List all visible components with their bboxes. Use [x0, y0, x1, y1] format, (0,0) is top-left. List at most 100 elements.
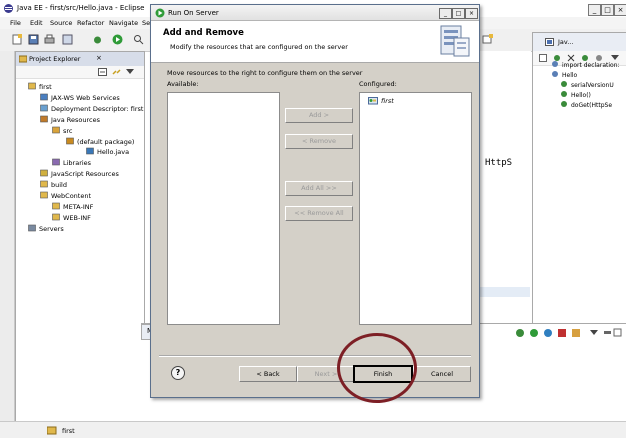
minimize-icon[interactable]: _ — [588, 4, 601, 16]
stop-server-icon[interactable] — [558, 329, 566, 337]
add-all-button[interactable]: Add All >> — [285, 181, 353, 196]
tree-item[interactable]: Java Resources — [40, 115, 100, 126]
menu-refactor[interactable]: Refactor — [77, 19, 104, 27]
eclipse-window-title: Java EE - first/src/Hello.java - Eclipse — [17, 4, 145, 12]
menu-source[interactable]: Source — [50, 19, 72, 27]
perspective-java-tab[interactable]: Jav... — [558, 38, 573, 46]
outline-item-label: doGet(HttpSe — [571, 102, 613, 109]
outline-item-label: serialVersionU — [571, 82, 614, 89]
tree-item[interactable]: META-INF — [52, 202, 93, 213]
perspective-icon[interactable] — [545, 38, 554, 46]
cancel-button[interactable]: Cancel — [413, 366, 471, 382]
tree-item[interactable]: first — [28, 82, 52, 93]
editor-current-line — [478, 287, 530, 297]
configured-list[interactable]: first — [359, 92, 472, 325]
tree-item[interactable]: JAX-WS Web Services — [40, 93, 120, 104]
profile-server-icon[interactable] — [544, 329, 552, 337]
tab-close-icon[interactable]: × — [96, 54, 102, 62]
js-resources-icon — [40, 169, 48, 177]
tree-item[interactable]: JavaScript Resources — [40, 169, 119, 180]
tree-item[interactable]: build — [40, 180, 67, 191]
member-icon — [560, 100, 568, 108]
tree-item-label: Libraries — [63, 159, 92, 168]
outline-item-label: Hello() — [571, 92, 591, 99]
menu-navigate[interactable]: Navigate — [109, 19, 138, 27]
add-button[interactable]: Add > — [285, 108, 353, 123]
panel-maximize-icon[interactable] — [613, 328, 622, 337]
debug-icon[interactable] — [92, 34, 103, 45]
panel-menu-icon[interactable] — [590, 330, 598, 335]
type-icon — [551, 60, 559, 68]
remove-all-button[interactable]: << Remove All — [285, 206, 353, 221]
save-icon[interactable] — [28, 34, 39, 45]
remove-button[interactable]: < Remove — [285, 134, 353, 149]
publish-icon[interactable] — [572, 329, 580, 337]
tree-item-label: WebContent — [51, 192, 92, 200]
status-text: first — [62, 427, 75, 435]
dialog-close-icon[interactable]: × — [465, 8, 478, 19]
next-button[interactable]: Next > — [297, 366, 355, 382]
dialog-banner: Add and Remove Modify the resources that… — [151, 21, 479, 63]
tree-item-label: Java Resources — [51, 115, 100, 124]
dialog-title: Run On Server — [168, 9, 219, 17]
project-icon — [28, 82, 36, 90]
new-icon[interactable] — [12, 34, 23, 45]
link-with-editor-icon[interactable] — [112, 68, 121, 76]
tree-item[interactable]: WEB-INF — [52, 213, 91, 224]
run-icon[interactable] — [112, 34, 123, 45]
dialog-separator — [159, 355, 471, 357]
tree-item[interactable]: Servers — [28, 224, 64, 235]
outline-item[interactable]: doGet(HttpSe — [560, 100, 612, 111]
print-icon[interactable] — [44, 34, 55, 45]
collapse-all-icon[interactable] — [98, 68, 107, 76]
run-server-icon[interactable] — [530, 329, 538, 337]
member-icon — [560, 80, 568, 88]
search-icon[interactable] — [133, 34, 144, 45]
folder-icon — [40, 191, 48, 199]
project-explorer-panel: Project Explorer × first JAX-WS Web Servi… — [15, 51, 145, 423]
project-explorer-tab[interactable]: Project Explorer × — [16, 52, 144, 67]
project-status-icon — [47, 426, 57, 435]
menu-file[interactable]: File — [10, 19, 21, 27]
package-folder-icon — [52, 126, 60, 134]
view-menu-icon[interactable] — [126, 69, 134, 75]
server-banner-icon — [440, 25, 470, 57]
finish-button[interactable]: Finish — [353, 365, 413, 383]
available-list[interactable] — [167, 92, 280, 325]
outline-sort-icon[interactable] — [539, 54, 547, 62]
tree-item[interactable]: Libraries — [52, 158, 91, 169]
webservice-icon — [40, 93, 48, 101]
editor-code-fragment: HttpS — [485, 158, 513, 168]
servers-icon — [28, 224, 36, 232]
menu-edit[interactable]: Edit — [30, 19, 43, 27]
tree-item[interactable]: WebContent — [40, 191, 91, 202]
descriptor-icon — [40, 104, 48, 112]
project-explorer-toolbar — [16, 66, 144, 79]
help-icon[interactable]: ? — [171, 366, 185, 380]
dialog-heading: Add and Remove — [163, 28, 244, 38]
web-module-icon — [368, 96, 378, 105]
tree-item[interactable]: Hello.java — [86, 147, 129, 158]
dialog-minimize-icon[interactable]: _ — [439, 8, 452, 19]
dialog-maximize-icon[interactable]: □ — [452, 8, 465, 19]
run-on-server-dialog: Run On Server _ □ × Add and Remove Modif… — [150, 4, 480, 398]
tree-item-label: JAX-WS Web Services — [51, 93, 120, 102]
tree-item[interactable]: src — [52, 126, 73, 137]
tree-item[interactable]: (default package) — [66, 137, 134, 148]
panel-minimize-icon[interactable] — [604, 331, 611, 334]
left-trim-strip — [0, 51, 15, 437]
outline-panel: Jav... import declaration: Hello serialVer… — [532, 32, 626, 324]
dialog-subheading: Modify the resources that are configured… — [170, 43, 348, 51]
eclipse-icon — [3, 3, 14, 14]
configured-item-first[interactable]: first — [368, 96, 394, 105]
tree-item[interactable]: Deployment Descriptor: first — [40, 104, 143, 115]
start-server-icon[interactable] — [516, 329, 524, 337]
open-perspective-icon[interactable] — [482, 34, 493, 45]
maximize-icon[interactable]: □ — [601, 4, 614, 16]
back-button[interactable]: < Back — [239, 366, 297, 382]
close-icon[interactable]: × — [614, 4, 626, 16]
server-icon[interactable] — [62, 34, 73, 45]
bottom-panel-toolbar — [516, 328, 622, 337]
project-explorer-icon — [19, 55, 27, 63]
dialog-instruction: Move resources to the right to configure… — [167, 69, 363, 77]
